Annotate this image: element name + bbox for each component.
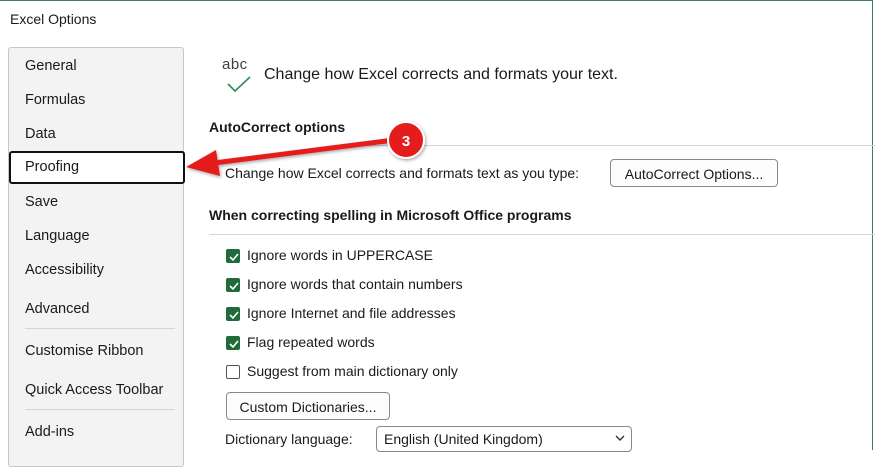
checkbox-label: Ignore words in UPPERCASE — [247, 247, 433, 263]
section-divider — [358, 145, 875, 146]
checkbox-label: Ignore words that contain numbers — [247, 276, 463, 292]
section-divider — [209, 234, 875, 235]
custom-dictionaries-button[interactable]: Custom Dictionaries... — [226, 392, 390, 420]
checkbox-label: Ignore Internet and file addresses — [247, 305, 456, 321]
check-icon — [227, 76, 251, 93]
sidebar-divider — [25, 328, 175, 329]
checkbox-label: Suggest from main dictionary only — [247, 363, 458, 379]
dictionary-language-select[interactable]: English (United Kingdom) — [376, 426, 632, 452]
checkbox-unchecked[interactable] — [226, 365, 240, 379]
sidebar-item-proofing[interactable]: Proofing — [9, 151, 185, 184]
sidebar-item-general[interactable]: General — [9, 50, 183, 82]
sidebar-item-accessibility[interactable]: Accessibility — [9, 254, 183, 286]
sidebar-item-quick-access-toolbar[interactable]: Quick Access Toolbar — [9, 374, 183, 406]
sidebar-item-formulas[interactable]: Formulas — [9, 84, 183, 116]
autocorrect-description: Change how Excel corrects and formats te… — [225, 165, 580, 181]
sidebar-item-save[interactable]: Save — [9, 186, 183, 218]
chevron-down-icon — [615, 435, 625, 441]
autocorrect-options-button[interactable]: AutoCorrect Options... — [610, 159, 778, 187]
sidebar-item-data[interactable]: Data — [9, 118, 183, 150]
checkbox-label: Flag repeated words — [247, 334, 375, 350]
checkbox-checked[interactable] — [226, 336, 240, 350]
proofing-panel: abc Change how Excel corrects and format… — [200, 0, 875, 452]
dictionary-language-label: Dictionary language: — [225, 431, 353, 447]
sidebar-item-language[interactable]: Language — [9, 220, 183, 252]
sidebar-item-advanced[interactable]: Advanced — [9, 293, 183, 325]
autocorrect-heading: AutoCorrect options — [209, 119, 346, 135]
spelling-heading: When correcting spelling in Microsoft Of… — [209, 207, 572, 223]
window-title: Excel Options — [10, 11, 97, 27]
sidebar-item-add-ins[interactable]: Add-ins — [9, 416, 183, 448]
checkbox-checked[interactable] — [226, 249, 240, 263]
checkbox-checked[interactable] — [226, 278, 240, 292]
abc-icon-text: abc — [222, 56, 248, 73]
sidebar-divider — [25, 409, 175, 410]
proofing-abc-check-icon: abc — [222, 56, 256, 96]
page-header-text: Change how Excel corrects and formats yo… — [264, 66, 618, 83]
dictionary-language-value: English (United Kingdom) — [384, 431, 543, 447]
sidebar: General Formulas Data Proofing Save Lang… — [8, 47, 185, 467]
checkbox-checked[interactable] — [226, 307, 240, 321]
sidebar-item-customise-ribbon[interactable]: Customise Ribbon — [9, 335, 183, 367]
